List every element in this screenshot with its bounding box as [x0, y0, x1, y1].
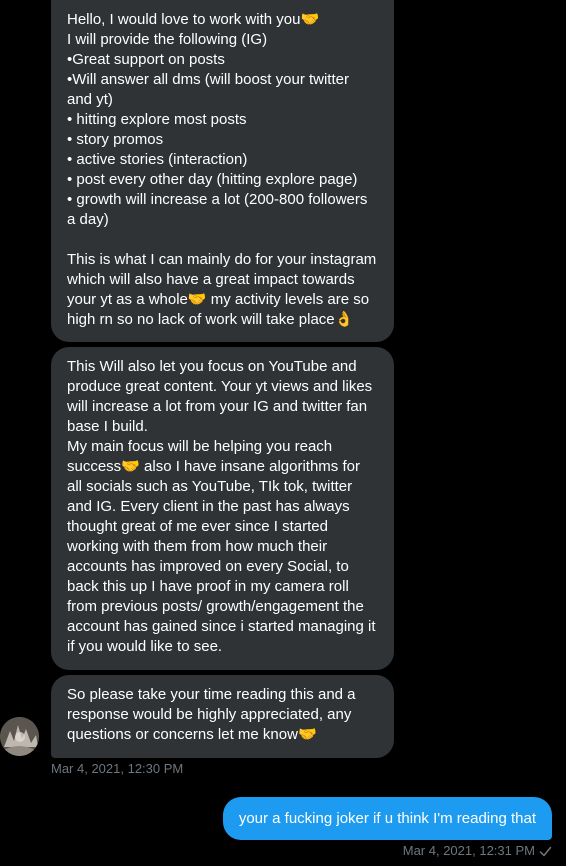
avatar-image	[0, 717, 39, 756]
avatar[interactable]	[0, 717, 39, 756]
outgoing-message-bubble[interactable]: your a fucking joker if u think I'm read…	[222, 797, 552, 840]
incoming-message-bubble[interactable]: Hello, I would love to work with you🤝 I …	[51, 0, 394, 342]
incoming-timestamp: Mar 4, 2021, 12:30 PM	[51, 761, 184, 776]
outgoing-meta: Mar 4, 2021, 12:31 PM	[403, 843, 552, 859]
check-icon	[539, 845, 552, 858]
incoming-message-bubble[interactable]: This Will also let you focus on YouTube …	[51, 347, 394, 670]
incoming-message-bubble[interactable]: So please take your time reading this an…	[51, 675, 394, 758]
outgoing-timestamp: Mar 4, 2021, 12:31 PM	[402, 843, 535, 858]
